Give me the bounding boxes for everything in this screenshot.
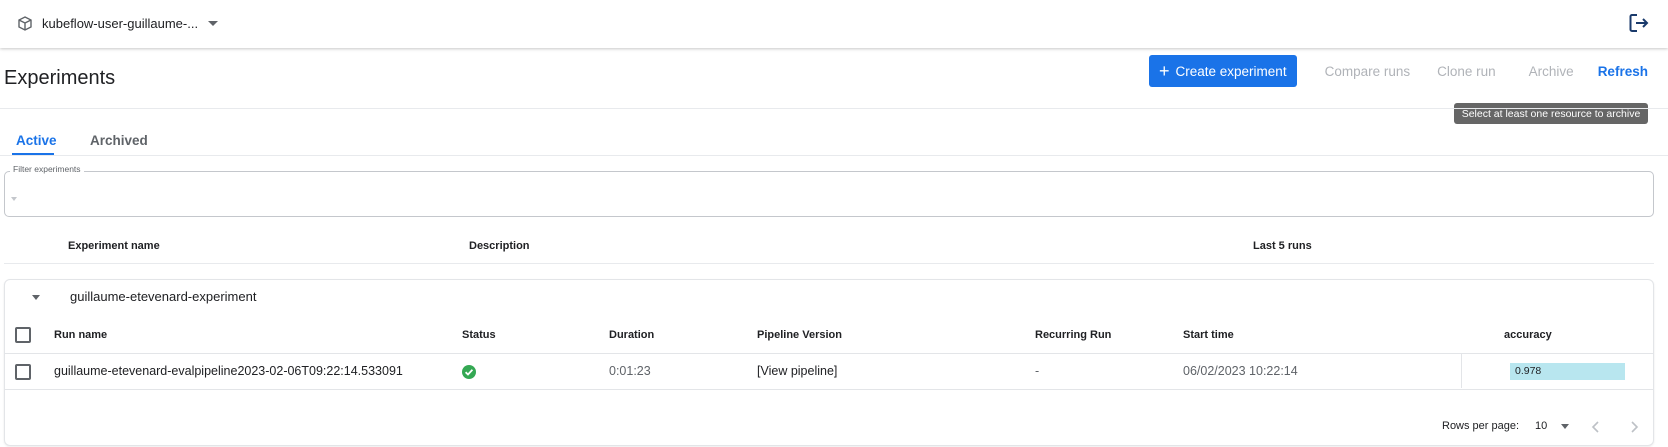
- filter-icon[interactable]: [10, 190, 18, 201]
- namespace-selector[interactable]: kubeflow-user-guillaume-...: [18, 12, 219, 34]
- column-experiment-name[interactable]: Experiment name: [68, 240, 160, 252]
- filter-legend: Filter experiments: [10, 164, 84, 174]
- chevron-right-icon[interactable]: [1627, 418, 1641, 436]
- experiment-header-divider: [4, 263, 1654, 264]
- header-divider: [0, 108, 1668, 109]
- tab-active[interactable]: Active: [16, 133, 57, 148]
- namespace-bar: kubeflow-user-guillaume-...: [0, 0, 1668, 48]
- column-description: Description: [469, 240, 530, 252]
- column-last-5-runs: Last 5 runs: [1253, 240, 1312, 252]
- experiment-name[interactable]: guillaume-etevenard-experiment: [70, 289, 256, 304]
- select-all-checkbox[interactable]: [15, 327, 31, 343]
- column-pipeline-version[interactable]: Pipeline Version: [757, 329, 842, 341]
- rows-per-page-label: Rows per page:: [1442, 420, 1520, 432]
- toolbar: + Create experiment Compare runs Clone r…: [1149, 55, 1648, 87]
- chevron-left-icon[interactable]: [1589, 418, 1603, 436]
- run-row-divider: [5, 389, 1653, 390]
- column-accuracy[interactable]: accuracy: [1504, 329, 1552, 341]
- refresh-button[interactable]: Refresh: [1598, 64, 1648, 79]
- column-duration[interactable]: Duration: [609, 329, 654, 341]
- run-start-time: 06/02/2023 10:22:14: [1183, 364, 1298, 378]
- column-recurring-run[interactable]: Recurring Run: [1035, 329, 1111, 341]
- compare-runs-button[interactable]: Compare runs: [1325, 64, 1411, 79]
- tabs-divider: [0, 155, 1668, 156]
- plus-icon: +: [1159, 61, 1170, 81]
- page-title: Experiments: [4, 67, 116, 89]
- column-start-time[interactable]: Start time: [1183, 329, 1234, 341]
- logout-icon[interactable]: [1628, 12, 1650, 34]
- run-name-link[interactable]: guillaume-etevenard-evalpipeline2023-02-…: [54, 364, 403, 378]
- chevron-down-icon[interactable]: [32, 295, 40, 300]
- archive-tooltip: Select at least one resource to archive: [1454, 103, 1648, 124]
- accuracy-separator: [1461, 354, 1462, 388]
- view-pipeline-link[interactable]: [View pipeline]: [757, 364, 837, 378]
- column-run-name[interactable]: Run name: [54, 329, 107, 341]
- run-duration: 0:01:23: [609, 364, 651, 378]
- run-recurring-run: -: [1035, 364, 1040, 378]
- tab-archived[interactable]: Archived: [90, 133, 148, 148]
- create-experiment-button[interactable]: + Create experiment: [1149, 55, 1297, 87]
- check-circle-icon: [462, 365, 476, 379]
- filter-input[interactable]: [25, 182, 1625, 206]
- clone-run-button[interactable]: Clone run: [1437, 64, 1496, 79]
- run-row-checkbox[interactable]: [15, 364, 31, 380]
- cube-icon: [18, 15, 34, 31]
- chevron-down-icon: [208, 20, 219, 26]
- filter-box: [4, 171, 1654, 217]
- accuracy-value: 0.978: [1515, 365, 1542, 377]
- rows-per-page-value: 10: [1535, 420, 1548, 432]
- chevron-down-icon: [1561, 423, 1570, 429]
- namespace-label: kubeflow-user-guillaume-...: [42, 15, 199, 31]
- run-header-divider: [5, 353, 1653, 354]
- archive-button[interactable]: Archive: [1529, 64, 1574, 79]
- rows-per-page-select[interactable]: 10: [1535, 420, 1570, 432]
- create-experiment-label: Create experiment: [1175, 63, 1287, 79]
- column-status[interactable]: Status: [462, 329, 496, 341]
- experiment-card: [4, 279, 1654, 446]
